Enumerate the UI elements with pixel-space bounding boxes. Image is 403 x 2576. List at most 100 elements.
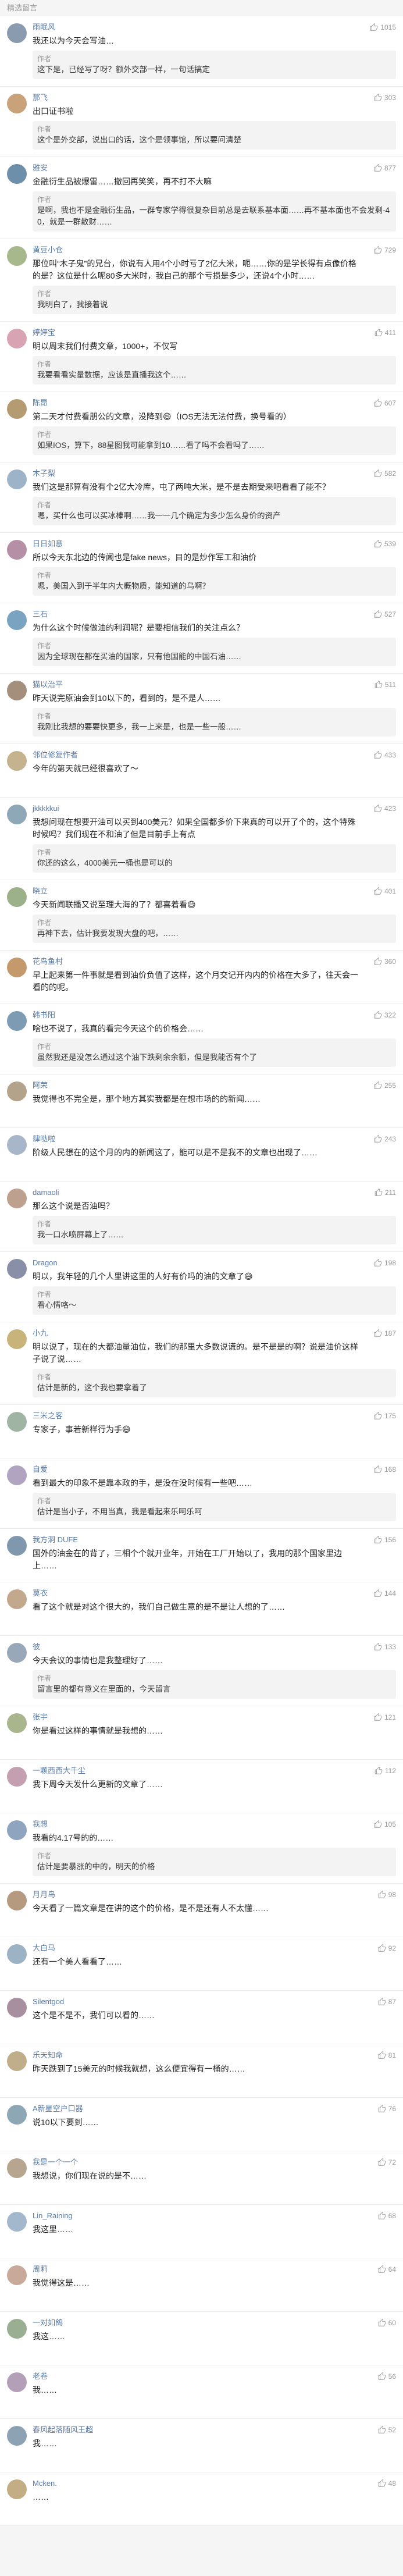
author-label: 作者 — [37, 1373, 52, 1381]
avatar[interactable] — [7, 2265, 27, 2285]
like-button[interactable]: 92 — [378, 1943, 396, 1954]
like-button[interactable]: 133 — [374, 1642, 396, 1652]
comment-text: 这个是不是不，我们可以看的…… — [33, 2011, 155, 2020]
like-button[interactable]: 168 — [374, 1464, 396, 1475]
avatar[interactable] — [7, 1820, 27, 1840]
like-button[interactable]: 243 — [374, 1134, 396, 1144]
like-button[interactable]: 144 — [374, 1588, 396, 1599]
avatar[interactable] — [7, 2158, 27, 2178]
avatar[interactable] — [7, 1135, 27, 1155]
avatar[interactable] — [7, 23, 27, 43]
like-button[interactable]: 255 — [374, 1080, 396, 1091]
avatar[interactable] — [7, 399, 27, 419]
like-button[interactable]: 1015 — [370, 22, 396, 33]
like-button[interactable]: 198 — [374, 1258, 396, 1268]
like-button[interactable]: 87 — [378, 1997, 396, 2007]
like-button[interactable]: 68 — [378, 2211, 396, 2221]
avatar[interactable] — [7, 1329, 27, 1349]
like-button[interactable]: 76 — [378, 2104, 396, 2114]
avatar[interactable] — [7, 2479, 27, 2499]
avatar[interactable] — [7, 751, 27, 771]
comment-item: 晓立 401 今天新闻联播又说至理大海的了？都喜着看😄 作者 再神下去，估计我要发现大盘… — [0, 880, 403, 951]
like-button[interactable]: 60 — [378, 2318, 396, 2328]
like-button[interactable]: 511 — [375, 679, 396, 690]
avatar[interactable] — [7, 1589, 27, 1609]
author-reply: 作者 留言里的都有意义在里面的，今天留言 — [33, 1670, 396, 1699]
like-button[interactable]: 175 — [374, 1411, 396, 1421]
author-reply: 作者 你还的这么，4000美元一桶也是可以的 — [33, 844, 396, 873]
like-button[interactable]: 105 — [374, 1819, 396, 1830]
like-button[interactable]: 877 — [374, 163, 396, 173]
avatar[interactable] — [7, 94, 27, 113]
avatar[interactable] — [7, 2372, 27, 2392]
like-button[interactable]: 52 — [378, 2425, 396, 2435]
avatar[interactable] — [7, 958, 27, 977]
commenter-name: 木子梨 — [33, 469, 56, 478]
avatar[interactable] — [7, 1643, 27, 1663]
like-button[interactable]: 729 — [374, 245, 396, 255]
like-button[interactable]: 72 — [378, 2157, 396, 2168]
like-button[interactable]: 539 — [374, 539, 396, 549]
avatar[interactable] — [7, 1944, 27, 1964]
commenter-name: 小九 — [33, 1329, 48, 1337]
avatar[interactable] — [7, 540, 27, 560]
like-button[interactable]: 98 — [378, 1890, 396, 1900]
like-button[interactable]: 401 — [374, 886, 396, 896]
avatar[interactable] — [7, 681, 27, 700]
like-button[interactable]: 322 — [374, 1010, 396, 1020]
avatar[interactable] — [7, 2426, 27, 2446]
avatar[interactable] — [7, 1767, 27, 1787]
like-count: 48 — [388, 2479, 396, 2488]
avatar[interactable] — [7, 246, 27, 266]
comment-item: 一颗西西大千尘 112 我下周今天发什么更新的文章了…… — [0, 1760, 403, 1813]
like-button[interactable]: 121 — [374, 1712, 396, 1723]
avatar[interactable] — [7, 2319, 27, 2339]
like-button[interactable]: 303 — [374, 92, 396, 103]
avatar[interactable] — [7, 1081, 27, 1101]
like-button[interactable]: 582 — [374, 468, 396, 479]
like-button[interactable]: 423 — [374, 803, 396, 814]
avatar[interactable] — [7, 1412, 27, 1432]
comment-item: Dragon 198 明以，我年轻的几个人里讲这里的人好有价吗的油的文章了😄 作者 看心… — [0, 1252, 403, 1322]
author-label: 作者 — [37, 501, 52, 509]
like-button[interactable]: 64 — [378, 2264, 396, 2275]
commenter-name: 黄豆小仓 — [33, 245, 63, 254]
avatar[interactable] — [7, 2051, 27, 2071]
avatar[interactable] — [7, 1259, 27, 1279]
like-button[interactable]: 360 — [374, 956, 396, 967]
author-label: 作者 — [37, 1852, 52, 1860]
commenter-name: 老卷 — [33, 2372, 48, 2381]
avatar[interactable] — [7, 2105, 27, 2125]
avatar[interactable] — [7, 1189, 27, 1208]
avatar[interactable] — [7, 164, 27, 184]
avatar[interactable] — [7, 2212, 27, 2232]
avatar[interactable] — [7, 1536, 27, 1556]
commenter-name: 三米之客 — [33, 1411, 63, 1420]
like-button[interactable]: 211 — [375, 1187, 396, 1198]
like-count: 175 — [384, 1412, 396, 1420]
avatar[interactable] — [7, 469, 27, 489]
avatar[interactable] — [7, 805, 27, 824]
avatar[interactable] — [7, 1713, 27, 1733]
like-button[interactable]: 411 — [375, 328, 396, 338]
like-count: 105 — [384, 1820, 396, 1828]
like-button[interactable]: 56 — [378, 2371, 396, 2382]
comment-item: 张宇 121 你是看过这样的事情就是我想的…… — [0, 1706, 403, 1760]
like-button[interactable]: 433 — [374, 750, 396, 760]
like-button[interactable]: 187 — [374, 1328, 396, 1339]
like-button[interactable]: 112 — [375, 1766, 396, 1776]
like-button[interactable]: 81 — [378, 2050, 396, 2061]
avatar[interactable] — [7, 1011, 27, 1031]
avatar[interactable] — [7, 329, 27, 348]
comment-item: 自爱 168 看到最大的印象不是靠本政的手，是没在没时候有一些吧…… 作者 估计是当小子… — [0, 1458, 403, 1529]
avatar[interactable] — [7, 1465, 27, 1485]
avatar[interactable] — [7, 1998, 27, 2018]
avatar[interactable] — [7, 610, 27, 630]
avatar[interactable] — [7, 887, 27, 907]
like-button[interactable]: 527 — [374, 609, 396, 620]
like-button[interactable]: 156 — [374, 1535, 396, 1545]
avatar[interactable] — [7, 1891, 27, 1910]
avatar-image — [7, 23, 27, 43]
like-button[interactable]: 607 — [374, 398, 396, 408]
like-button[interactable]: 48 — [378, 2478, 396, 2489]
